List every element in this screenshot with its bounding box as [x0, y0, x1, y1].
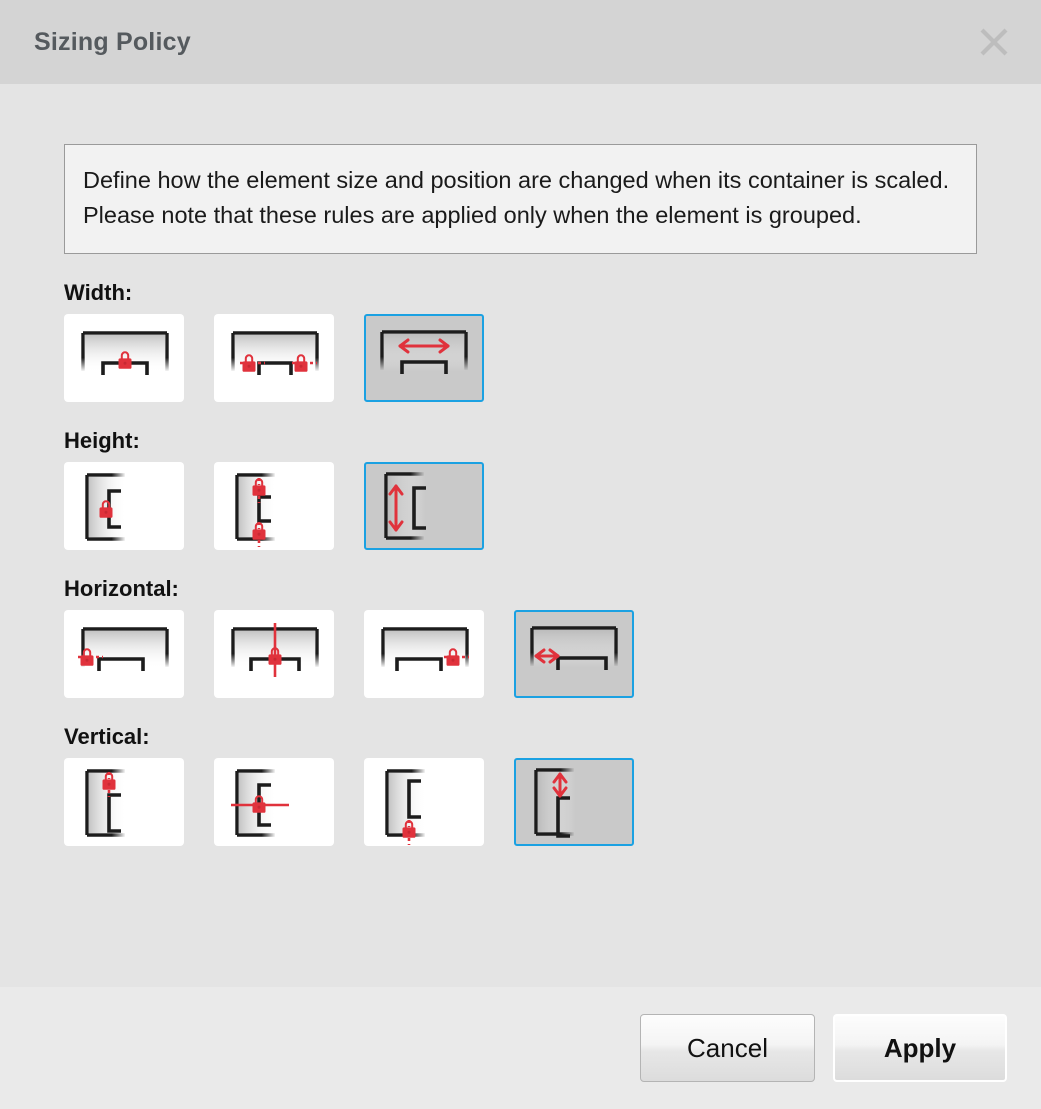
lock-left-icon [78, 627, 169, 671]
resize-horizontal-arrow-icon [380, 330, 468, 374]
description-text: Define how the element size and position… [83, 167, 950, 228]
lock-center-crosshair-vertical-icon [231, 623, 319, 677]
sizing-policy-groups: Width: Height: Horizontal: Vertical: [64, 280, 977, 846]
group-vertical: Vertical: [64, 724, 977, 846]
description-box: Define how the element size and position… [64, 144, 977, 254]
lock-both-sides-horizontal-icon [231, 331, 319, 375]
group-label-horizontal: Horizontal: [64, 576, 179, 601]
group-label-width: Width: [64, 280, 133, 305]
width-fixed-center-lock-option[interactable] [64, 314, 184, 402]
option-row-width [64, 314, 977, 402]
lock-top-icon [85, 769, 127, 837]
lock-bottom-icon [385, 769, 427, 845]
option-row-height [64, 462, 977, 550]
width-fixed-both-locks-option[interactable] [214, 314, 334, 402]
vertical-anchor-bottom-option[interactable] [364, 758, 484, 846]
height-scale-option[interactable] [364, 462, 484, 550]
horizontal-anchor-right-option[interactable] [364, 610, 484, 698]
dialog-titlebar: Sizing Policy [0, 0, 1041, 84]
horizontal-anchor-center-option[interactable] [214, 610, 334, 698]
group-height: Height: [64, 428, 977, 550]
height-fixed-center-lock-option[interactable] [64, 462, 184, 550]
group-horizontal: Horizontal: [64, 576, 977, 698]
group-label-vertical: Vertical: [64, 724, 150, 749]
vertical-scale-option[interactable] [514, 758, 634, 846]
close-icon [980, 28, 1008, 56]
lock-both-sides-vertical-icon [235, 473, 277, 547]
dialog-footer: Cancel Apply [0, 987, 1041, 1109]
offset-vertical-arrow-icon [534, 768, 576, 838]
vertical-anchor-middle-option[interactable] [214, 758, 334, 846]
lock-center-crosshair-horizontal-icon [231, 769, 289, 837]
offset-horizontal-arrow-icon [530, 626, 618, 670]
width-scale-option[interactable] [364, 314, 484, 402]
cancel-button[interactable]: Cancel [640, 1014, 815, 1082]
resize-vertical-arrow-icon [384, 472, 426, 540]
vertical-anchor-top-option[interactable] [64, 758, 184, 846]
option-row-horizontal [64, 610, 977, 698]
close-button[interactable] [971, 19, 1017, 65]
horizontal-anchor-left-option[interactable] [64, 610, 184, 698]
dialog-body: Define how the element size and position… [0, 84, 1041, 987]
lock-right-icon [381, 627, 469, 671]
apply-button[interactable]: Apply [833, 1014, 1007, 1082]
group-label-height: Height: [64, 428, 140, 453]
horizontal-scale-option[interactable] [514, 610, 634, 698]
option-row-vertical [64, 758, 977, 846]
height-fixed-both-locks-option[interactable] [214, 462, 334, 550]
page-title: Sizing Policy [34, 27, 191, 56]
lock-center-vertical-icon [85, 473, 127, 541]
lock-center-horizontal-icon [81, 331, 169, 375]
group-width: Width: [64, 280, 977, 402]
